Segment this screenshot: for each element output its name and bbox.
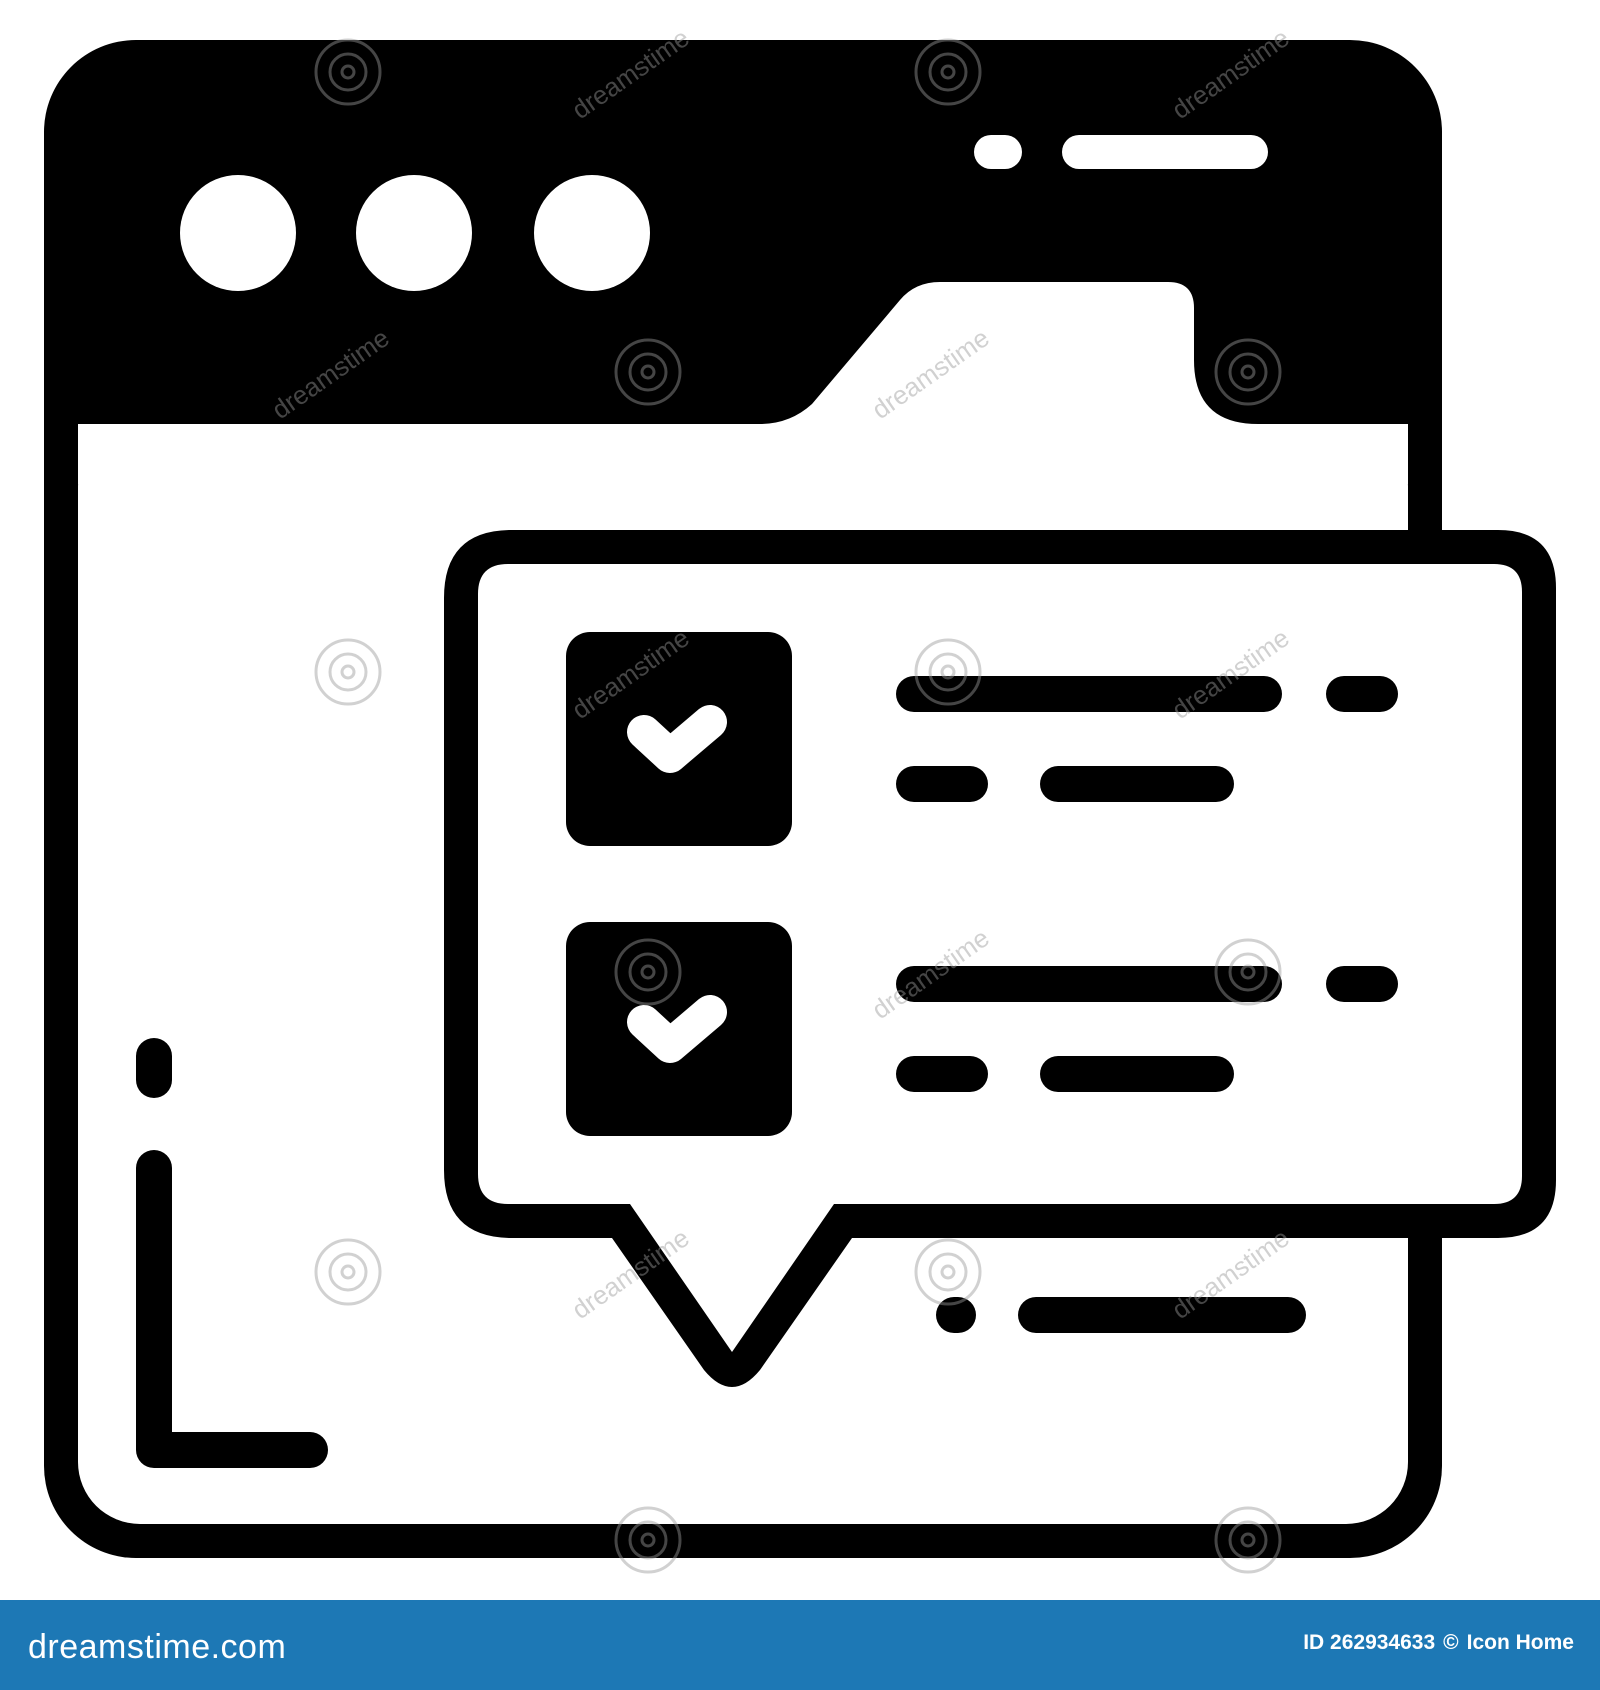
author-name: Icon Home xyxy=(1466,1631,1574,1654)
dreamstime-logo[interactable]: dreamstime.com xyxy=(28,1628,286,1667)
window-dot-3 xyxy=(534,175,650,291)
address-bar-dot xyxy=(974,135,1022,169)
address-bar-line xyxy=(1062,135,1268,169)
footer-bar: dreamstime.com ID 262934633 © Icon Home xyxy=(0,1600,1600,1690)
footer-logo-text: dreamstime.com xyxy=(28,1627,287,1666)
window-dot-1 xyxy=(180,175,296,291)
image-credit: ID 262934633 © Icon Home xyxy=(1303,1631,1574,1655)
image-id: ID 262934633 xyxy=(1303,1631,1436,1654)
copyright-symbol: © xyxy=(1443,1631,1459,1654)
window-dot-2 xyxy=(356,175,472,291)
browser-checklist-icon: dreamstime dreamstime dreamstime dreamst… xyxy=(44,22,1556,1574)
window-controls xyxy=(180,175,650,291)
